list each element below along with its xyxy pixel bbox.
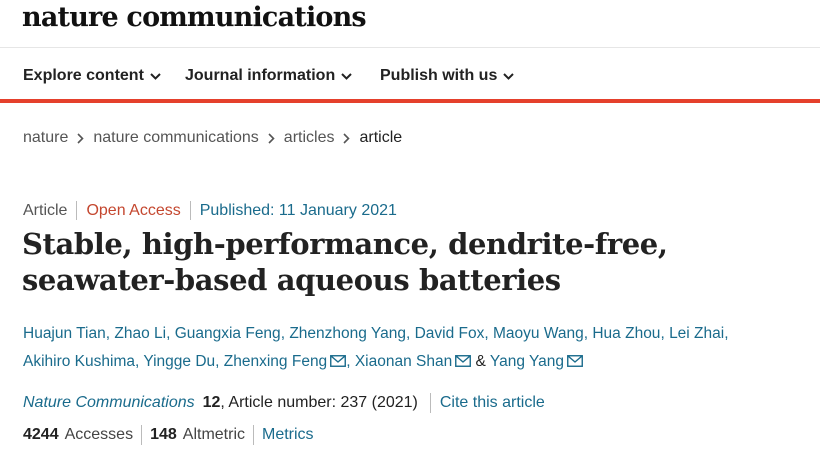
author-link[interactable]: Xiaonan Shan [355,353,452,370]
chevron-right-icon [343,132,351,144]
journal-logo[interactable]: nature communications [22,2,367,33]
cite-this-article-link[interactable]: Cite this article [440,394,545,412]
citation-line: Nature Communications 12 , Article numbe… [23,393,545,413]
breadcrumb-nature[interactable]: nature [23,129,68,147]
divider [76,201,78,220]
metrics-link[interactable]: Metrics [262,426,314,444]
mail-icon[interactable] [330,355,347,367]
breadcrumb: nature nature communications articles ar… [23,129,402,147]
altmetric-label: Altmetric [182,426,245,443]
site-header: nature communications [0,0,820,48]
author-link[interactable]: Zhenzhong Yang [289,325,406,342]
author-link[interactable]: Lei Zhai [669,325,724,342]
article-metrics: 4244 Accesses 148 Altmetric Metrics [23,425,314,445]
accesses-count: 4244 [23,426,59,443]
ampersand: & [475,353,486,370]
author-link[interactable]: Akihiro Kushima [23,353,135,370]
main-nav: Explore content Journal information Publ… [0,48,820,103]
nav-explore-content[interactable]: Explore content [23,67,161,85]
article-title: Stable, high-performance, dendrite-free,… [22,227,668,297]
nav-explore-label: Explore content [23,67,144,84]
breadcrumb-nature-communications[interactable]: nature communications [93,129,258,147]
chevron-right-icon [77,132,85,144]
author-link[interactable]: Guangxia Feng [175,325,281,342]
breadcrumb-articles[interactable]: articles [284,129,335,147]
author-link[interactable]: Yang Yang [490,353,564,370]
journal-name-link[interactable]: Nature Communications [23,394,195,412]
nav-publish-label: Publish with us [380,67,498,84]
chevron-down-icon [341,72,352,80]
article-type: Article [23,201,68,219]
chevron-down-icon [150,72,161,80]
chevron-down-icon [503,72,515,80]
accesses-label: Accesses [64,426,134,443]
mail-icon[interactable] [567,355,583,367]
volume-number: 12 [202,394,221,411]
breadcrumb-current: article [359,129,403,146]
author-link[interactable]: Yingge Du [143,353,215,370]
published-date: Published: 11 January 2021 [199,201,397,219]
article-meta: Article Open Access Published: 11 Januar… [23,201,397,220]
author-link[interactable]: Zhenxing Feng [224,353,327,370]
divider [189,201,191,220]
divider [141,425,143,445]
article-number: , Article number: 237 (2021) [220,394,418,411]
chevron-right-icon [268,132,275,144]
author-link[interactable]: Maoyu Wang [493,325,584,342]
nav-journal-label: Journal information [185,67,336,84]
open-access-badge: Open Access [86,201,181,219]
author-list: Huajun Tian, Zhao Li, Guangxia Feng, Zhe… [23,325,729,370]
divider [253,425,254,445]
author-link[interactable]: David Fox [415,325,485,342]
author-link[interactable]: Hua Zhou [592,325,660,342]
altmetric-count: 148 [150,426,177,443]
nav-journal-information[interactable]: Journal information [185,67,352,85]
author-link[interactable]: Zhao Li [114,325,166,342]
divider [429,393,431,413]
mail-icon[interactable] [455,355,472,367]
nav-publish-with-us[interactable]: Publish with us [380,67,515,85]
author-link[interactable]: Huajun Tian [23,325,106,342]
